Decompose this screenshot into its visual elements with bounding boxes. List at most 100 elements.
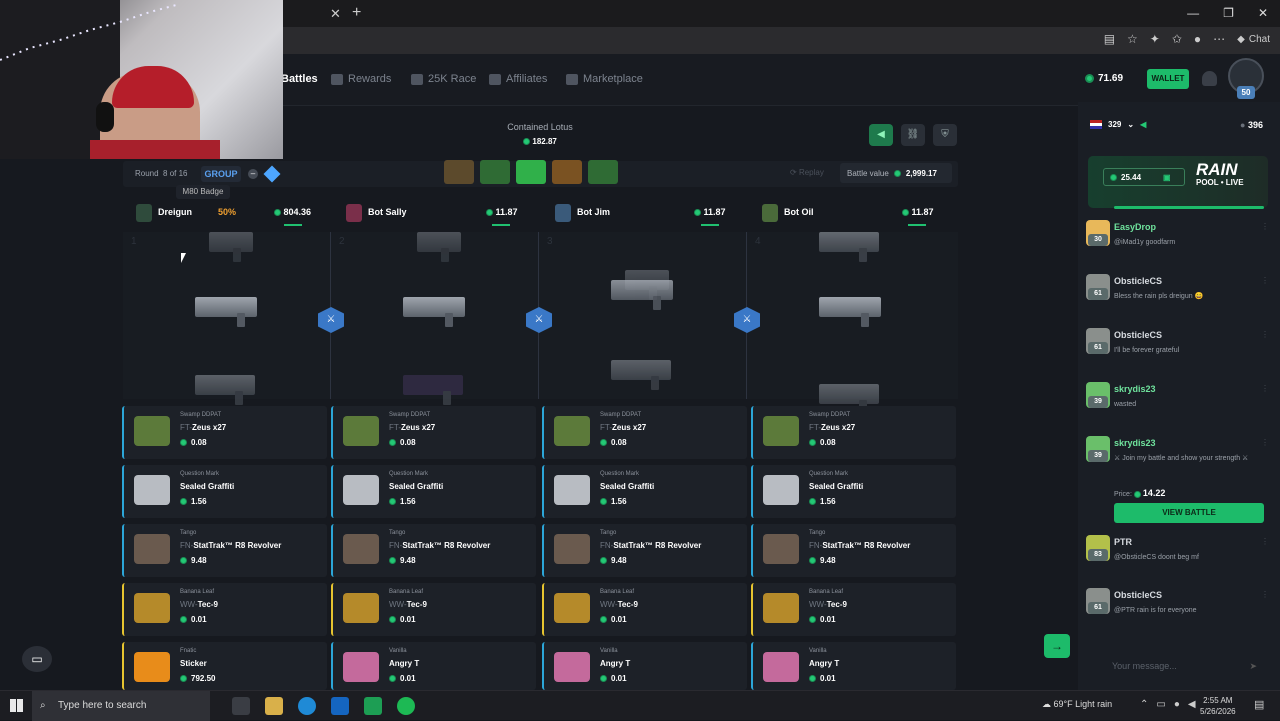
item-condition: FT- xyxy=(389,423,401,432)
favorite-icon[interactable]: ☆ xyxy=(1127,32,1138,46)
more-options-icon[interactable]: ⋮ xyxy=(1261,330,1269,339)
more-options-icon[interactable]: ⋮ xyxy=(1261,222,1269,231)
nav-battles[interactable]: Battles xyxy=(281,73,318,85)
support-chat-button[interactable]: ▭ xyxy=(22,646,52,672)
case-thumb[interactable] xyxy=(552,160,582,184)
chat-username[interactable]: PTR xyxy=(1114,537,1132,547)
new-tab-button[interactable]: + xyxy=(352,4,361,22)
nav-rewards[interactable]: Rewards xyxy=(331,73,391,85)
mic-icon[interactable]: ● xyxy=(1174,699,1180,710)
minus-icon[interactable]: – xyxy=(248,169,258,179)
chat-message: 61 ObsticleCS @PTR rain is for everyone ⋮ xyxy=(1086,588,1271,632)
us-flag-icon[interactable] xyxy=(1090,120,1102,129)
coin-icon xyxy=(180,498,187,505)
drop-card[interactable]: Fnatic Sticker 792.50 xyxy=(122,642,327,690)
chat-username[interactable]: EasyDrop xyxy=(1114,222,1156,232)
weather[interactable]: ☁ 69°F Light rain xyxy=(1042,699,1112,710)
reader-icon[interactable]: ▤ xyxy=(1104,32,1115,46)
drop-card[interactable]: Swamp DDPAT FT-Zeus x27 0.08 xyxy=(331,406,536,459)
chat-message: 39 skrydis23 wasted ⋮ xyxy=(1086,382,1271,426)
drop-card[interactable]: Question Mark Sealed Graffiti 1.56 xyxy=(542,465,747,518)
item-price-value: 9.48 xyxy=(191,556,207,565)
drop-card[interactable]: Question Mark Sealed Graffiti 1.56 xyxy=(122,465,327,518)
clock[interactable]: 2:55 AM 5/26/2026 xyxy=(1200,695,1236,717)
favorites-bar-icon[interactable]: ✩ xyxy=(1172,32,1182,46)
network-icon[interactable]: ▭ xyxy=(1156,699,1165,710)
drop-card[interactable]: Tango FN-StatTrak™ R8 Revolver 9.48 xyxy=(751,524,956,577)
bell-icon[interactable] xyxy=(1202,71,1217,86)
drop-card[interactable]: Swamp DDPAT FT-Zeus x27 0.08 xyxy=(122,406,327,459)
drop-card[interactable]: Tango FN-StatTrak™ R8 Revolver 9.48 xyxy=(122,524,327,577)
drop-card[interactable]: Tango FN-StatTrak™ R8 Revolver 9.48 xyxy=(542,524,747,577)
sound-button[interactable]: ◀ xyxy=(869,124,893,146)
replay-button[interactable]: ⟳ Replay xyxy=(790,168,824,177)
item-image xyxy=(554,593,590,623)
drop-card[interactable]: Vanilla Angry T 0.01 xyxy=(542,642,747,690)
chat-username[interactable]: skrydis23 xyxy=(1114,384,1156,394)
taskbar-search[interactable]: ⌕ Type here to search xyxy=(32,691,210,721)
wallet-button[interactable]: WALLET xyxy=(1147,69,1189,89)
more-options-icon[interactable]: ⋮ xyxy=(1261,537,1269,546)
chat-username[interactable]: skrydis23 xyxy=(1114,438,1156,448)
chat-username[interactable]: ObsticleCS xyxy=(1114,590,1162,600)
maximize-button[interactable]: ❐ xyxy=(1223,6,1234,20)
drop-card[interactable]: Banana Leaf WW-Tec-9 0.01 xyxy=(751,583,956,636)
close-window-button[interactable]: ✕ xyxy=(1258,6,1268,20)
nav-affiliates[interactable]: Affiliates xyxy=(489,73,547,85)
chat-message: 30 EasyDrop @iMad1y goodfarm ⋮ xyxy=(1086,220,1271,264)
scroll-down-button[interactable]: → xyxy=(1044,634,1070,658)
edge-icon[interactable] xyxy=(298,697,316,715)
app-icon[interactable] xyxy=(364,697,382,715)
notifications-icon[interactable]: ▤ xyxy=(1254,698,1264,711)
copilot-icon: ◆ xyxy=(1237,33,1245,45)
drop-card[interactable]: Question Mark Sealed Graffiti 1.56 xyxy=(751,465,956,518)
case-thumb-active[interactable] xyxy=(516,160,546,184)
chat-input[interactable]: Your message... ➤ xyxy=(1090,655,1265,677)
tab-close-icon[interactable]: ✕ xyxy=(330,6,341,22)
speaker-icon[interactable]: ◀ xyxy=(1140,120,1146,129)
chevron-down-icon[interactable]: ⌄ xyxy=(1127,120,1134,129)
player-avatar[interactable] xyxy=(136,204,152,222)
chevron-up-icon[interactable]: ⌃ xyxy=(1140,699,1148,710)
fairness-button[interactable]: ⛨ xyxy=(933,124,957,146)
drop-card[interactable]: Banana Leaf WW-Tec-9 0.01 xyxy=(331,583,536,636)
chat-username[interactable]: ObsticleCS xyxy=(1114,276,1162,286)
chat-text: ⚔ Join my battle and show your strength … xyxy=(1114,455,1249,462)
send-icon[interactable]: ➤ xyxy=(1249,655,1257,677)
case-thumb[interactable] xyxy=(480,160,510,184)
rain-amount[interactable]: 25.44 ▣ xyxy=(1103,168,1185,186)
drop-card[interactable]: Swamp DDPAT FT-Zeus x27 0.08 xyxy=(542,406,747,459)
more-icon[interactable]: ⋯ xyxy=(1213,32,1225,46)
chat-username[interactable]: ObsticleCS xyxy=(1114,330,1162,340)
view-battle-button[interactable]: VIEW BATTLE xyxy=(1114,503,1264,523)
extensions-icon[interactable]: ✦ xyxy=(1150,32,1160,46)
volume-icon[interactable]: ◀ xyxy=(1188,699,1196,710)
more-options-icon[interactable]: ⋮ xyxy=(1261,590,1269,599)
case-thumb[interactable] xyxy=(588,160,618,184)
drop-card[interactable]: Vanilla Angry T 0.01 xyxy=(751,642,956,690)
outlook-icon[interactable] xyxy=(331,697,349,715)
coin-icon xyxy=(523,138,531,146)
drop-card[interactable]: Vanilla Angry T 0.01 xyxy=(331,642,536,690)
item-image xyxy=(763,652,799,682)
nav-marketplace[interactable]: Marketplace xyxy=(566,73,643,85)
task-view-icon[interactable] xyxy=(232,697,250,715)
case-thumb[interactable] xyxy=(444,160,474,184)
copilot-chat-button[interactable]: ◆ Chat xyxy=(1237,34,1270,45)
windows-start-icon[interactable] xyxy=(10,699,23,712)
spotify-icon[interactable] xyxy=(397,697,415,715)
drop-card[interactable]: Swamp DDPAT FT-Zeus x27 0.08 xyxy=(751,406,956,459)
more-options-icon[interactable]: ⋮ xyxy=(1261,384,1269,393)
drop-card[interactable]: Banana Leaf WW-Tec-9 0.01 xyxy=(122,583,327,636)
minimize-button[interactable]: — xyxy=(1187,6,1199,20)
copy-link-button[interactable]: ⛓ xyxy=(901,124,925,146)
more-options-icon[interactable]: ⋮ xyxy=(1261,438,1269,447)
drop-card[interactable]: Question Mark Sealed Graffiti 1.56 xyxy=(331,465,536,518)
file-explorer-icon[interactable] xyxy=(265,697,283,715)
drop-card[interactable]: Banana Leaf WW-Tec-9 0.01 xyxy=(542,583,747,636)
coin-icon xyxy=(389,498,396,505)
drop-card[interactable]: Tango FN-StatTrak™ R8 Revolver 9.48 xyxy=(331,524,536,577)
nav-race[interactable]: 25K Race xyxy=(411,73,476,85)
more-options-icon[interactable]: ⋮ xyxy=(1261,276,1269,285)
profile-icon[interactable]: ● xyxy=(1194,32,1201,46)
